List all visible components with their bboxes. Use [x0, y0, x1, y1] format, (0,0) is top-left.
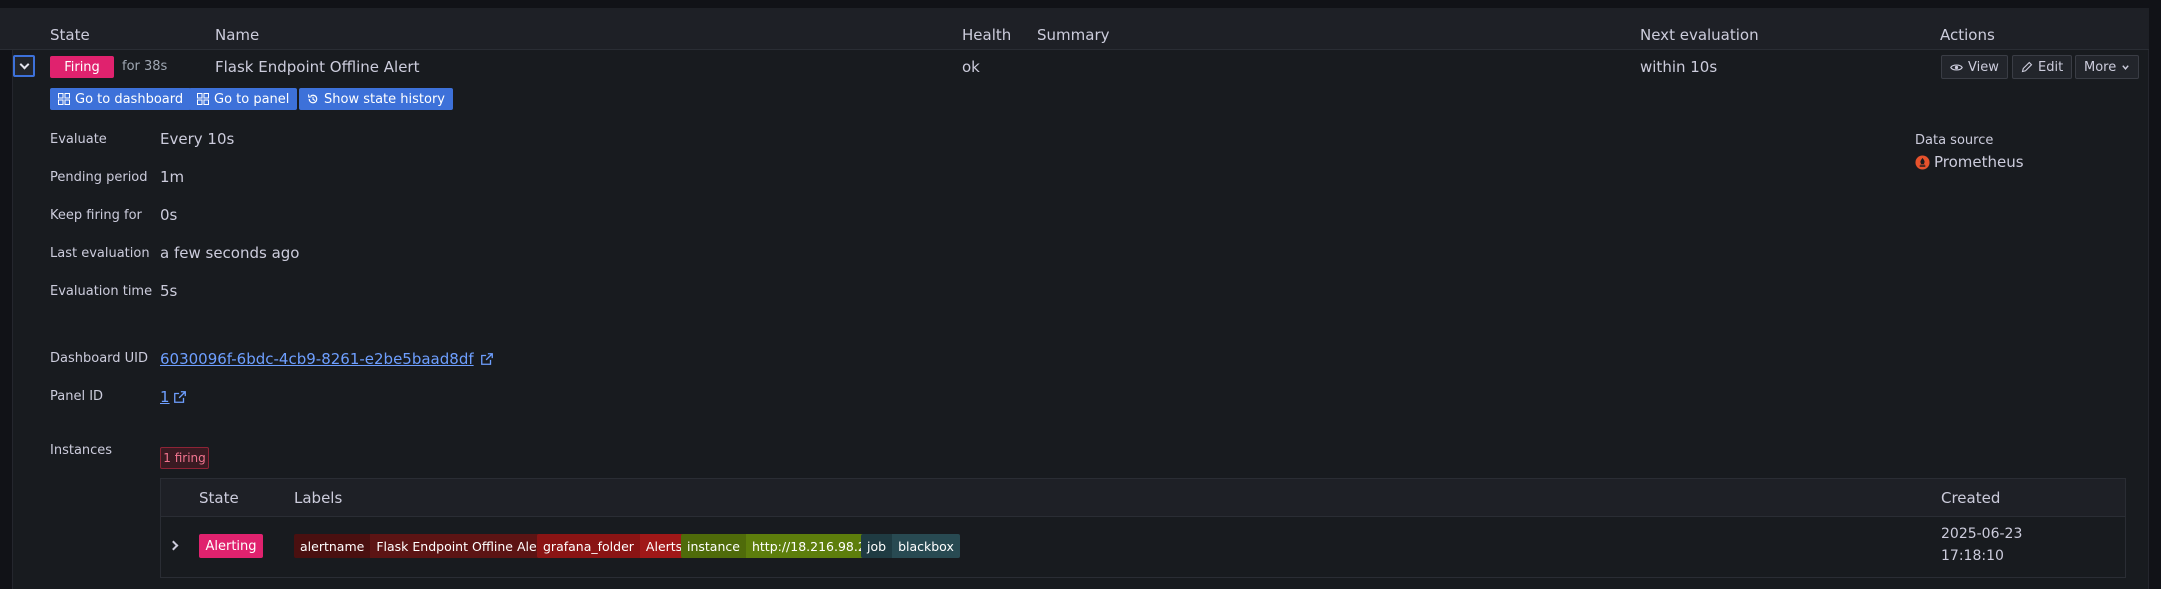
instances-table-header — [161, 479, 2125, 517]
instances-label: Instances — [50, 443, 113, 458]
keep-firing-value: 0s — [160, 206, 178, 224]
data-source-value[interactable]: Prometheus — [1915, 153, 2024, 171]
created-date: 2025-06-23 — [1941, 526, 2023, 542]
label-value: Flask Endpoint Offline Alert — [370, 534, 553, 558]
label-tag-job[interactable]: job blackbox — [861, 534, 960, 558]
pending-period-label: Pending period — [50, 170, 148, 185]
edit-button[interactable]: Edit — [2012, 55, 2073, 79]
created-time: 17:18:10 — [1941, 548, 2004, 564]
view-button[interactable]: View — [1941, 55, 2008, 79]
external-link-icon — [480, 353, 493, 365]
instances-header-state[interactable]: State — [199, 491, 239, 506]
last-evaluation-label: Last evaluation — [50, 246, 150, 261]
firing-count-badge: 1 firing — [160, 447, 209, 469]
show-state-history-label: Show state history — [324, 91, 445, 107]
instances-header-labels: Labels — [294, 489, 343, 507]
collapse-row-button[interactable] — [13, 55, 35, 77]
go-to-dashboard-label: Go to dashboard — [75, 91, 184, 107]
instance-state-badge: Alerting — [199, 534, 263, 558]
rule-next-evaluation: within 10s — [1640, 58, 1718, 76]
header-summary: Summary — [1037, 26, 1110, 44]
header-name[interactable]: Name — [215, 28, 259, 43]
keep-firing-label: Keep firing for — [50, 208, 142, 223]
label-key: job — [861, 534, 893, 558]
pencil-icon — [2021, 61, 2033, 73]
apps-icon — [58, 93, 70, 105]
go-to-panel-label: Go to panel — [214, 91, 290, 107]
show-state-history-button[interactable]: Show state history — [299, 88, 453, 110]
view-label: View — [1968, 59, 1999, 75]
external-link-icon — [173, 391, 186, 403]
edit-label: Edit — [2038, 59, 2064, 75]
header-next-evaluation[interactable]: Next evaluation — [1640, 28, 1759, 43]
more-button[interactable]: More — [2075, 55, 2140, 79]
instances-table — [160, 478, 2126, 578]
label-key: instance — [681, 534, 746, 558]
pending-period-value: 1m — [160, 168, 185, 186]
history-icon — [307, 94, 318, 104]
header-state[interactable]: State — [50, 28, 90, 43]
eye-icon — [1950, 63, 1963, 71]
evaluation-time-label: Evaluation time — [50, 284, 153, 299]
last-evaluation-value: a few seconds ago — [160, 244, 300, 262]
header-actions: Actions — [1940, 26, 1995, 44]
label-value: blackbox — [892, 534, 960, 558]
chevron-down-icon — [2122, 64, 2129, 70]
go-to-panel-button[interactable]: Go to panel — [189, 88, 298, 110]
label-value: http://18.216.98.21 — [745, 534, 880, 558]
header-health[interactable]: Health — [962, 28, 1011, 43]
panel-id-link[interactable]: 1 — [160, 388, 187, 406]
label-tag-alertname[interactable]: alertname Flask Endpoint Offline Alert — [294, 534, 553, 558]
evaluate-label: Evaluate — [50, 132, 107, 147]
data-source-name: Prometheus — [1934, 153, 2024, 171]
label-tag-grafana-folder[interactable]: grafana_folder Alerts — [537, 534, 689, 558]
label-key: grafana_folder — [537, 534, 640, 558]
evaluate-value: Every 10s — [160, 130, 235, 148]
prometheus-icon — [1915, 154, 1930, 170]
state-badge: Firing — [50, 56, 114, 78]
data-source-label: Data source — [1915, 133, 1994, 148]
chevron-down-icon — [19, 59, 29, 69]
panel-id-label: Panel ID — [50, 389, 104, 404]
more-label: More — [2084, 59, 2117, 75]
evaluation-time-value: 5s — [160, 282, 178, 300]
panel-id-value[interactable]: 1 — [160, 388, 170, 406]
rule-health: ok — [962, 58, 980, 76]
dashboard-uid-link[interactable]: 6030096f-6bdc-4cb9-8261-e2be5baad8df — [160, 350, 494, 368]
go-to-dashboard-button[interactable]: Go to dashboard — [50, 88, 192, 110]
dashboard-uid-label: Dashboard UID — [50, 351, 149, 366]
label-tag-instance[interactable]: instance http://18.216.98.21 — [681, 534, 880, 558]
dashboard-uid-value[interactable]: 6030096f-6bdc-4cb9-8261-e2be5baad8df — [160, 350, 474, 368]
rule-name: Flask Endpoint Offline Alert — [215, 58, 420, 76]
instances-header-created[interactable]: Created — [1941, 491, 2000, 506]
state-duration: for 38s — [122, 59, 168, 74]
apps-icon — [197, 93, 209, 105]
label-key: alertname — [294, 534, 371, 558]
